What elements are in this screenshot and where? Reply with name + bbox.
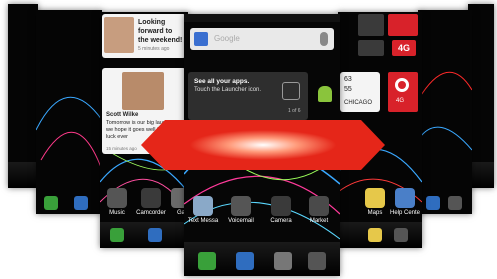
- browser-icon[interactable]: [308, 252, 326, 270]
- dock-icon[interactable]: [368, 228, 382, 242]
- contacts-icon[interactable]: [74, 196, 88, 210]
- home-panel-right-2[interactable]: [418, 10, 472, 214]
- city-label: CHICAGO: [344, 100, 373, 106]
- app-label: Camera: [270, 218, 292, 224]
- app-label: Voicemail: [228, 218, 254, 224]
- dock-icon[interactable]: [426, 196, 440, 210]
- swipe-arrow: [141, 120, 385, 170]
- tip-page-indicator: 1 of 6: [288, 108, 301, 114]
- avatar: [104, 17, 134, 53]
- status-text: Looking forward to the weekend!: [138, 19, 183, 44]
- launcher-tip-bubble[interactable]: See all your apps. Touch the Launcher ic…: [188, 72, 308, 120]
- phone-icon[interactable]: [198, 252, 216, 270]
- home-panel-left-2[interactable]: [36, 10, 102, 214]
- wifi-toggle[interactable]: [358, 14, 384, 36]
- app-label: Music: [109, 210, 125, 216]
- avatar: [122, 72, 164, 110]
- clock-line1: 63: [344, 76, 352, 83]
- social-status-widget-1[interactable]: Looking forward to the weekend! 5 minute…: [102, 14, 186, 58]
- status-bar: [184, 14, 340, 22]
- wallpaper-swirl: [418, 71, 472, 151]
- search-input[interactable]: Google: [214, 34, 240, 43]
- dock: [338, 222, 422, 248]
- dock-icon[interactable]: [394, 228, 408, 242]
- app-label: Market: [309, 218, 329, 224]
- dock-icon[interactable]: [448, 196, 462, 210]
- app-music[interactable]: Music: [100, 188, 136, 216]
- dock: [8, 162, 38, 188]
- phone-icon[interactable]: [44, 196, 58, 210]
- phone-icon[interactable]: [110, 228, 124, 242]
- tip-title: See all your apps.: [194, 78, 250, 85]
- music-icon: [107, 188, 127, 208]
- voicemail-icon: [231, 196, 251, 216]
- contacts-icon[interactable]: [236, 252, 254, 270]
- google-search-widget[interactable]: Google: [190, 28, 334, 50]
- google-icon: [194, 32, 208, 46]
- launcher-icon[interactable]: [274, 252, 292, 270]
- contact-name: Scott Wilke: [106, 112, 139, 118]
- camcorder-icon: [141, 188, 161, 208]
- app-label: Text Messa: [187, 218, 219, 224]
- network-badge-small: 4G: [396, 98, 405, 104]
- wallpaper-swirl: [36, 96, 102, 171]
- status-time: 15 minutes ago: [106, 146, 137, 151]
- app-camera[interactable]: Camera: [262, 196, 300, 224]
- power-icon: [395, 78, 409, 92]
- android-icon: [318, 86, 332, 102]
- launcher-icon[interactable]: [282, 82, 300, 100]
- maps-icon: [365, 188, 385, 208]
- network-badge: 4G: [392, 40, 416, 56]
- microphone-icon[interactable]: [320, 32, 328, 46]
- home-panel-far-left[interactable]: [8, 4, 38, 188]
- network-tile[interactable]: [388, 14, 418, 36]
- help-icon: [395, 188, 415, 208]
- messaging-icon: [193, 196, 213, 216]
- app-help-center[interactable]: Help Cente: [386, 188, 422, 216]
- data-toggle-tile[interactable]: 4G: [388, 72, 418, 112]
- app-market[interactable]: Market: [300, 196, 338, 224]
- market-icon: [309, 196, 329, 216]
- bluetooth-toggle[interactable]: [358, 40, 384, 56]
- contacts-icon[interactable]: [148, 228, 162, 242]
- status-time: 5 minutes ago: [138, 46, 170, 52]
- camera-icon: [271, 196, 291, 216]
- app-voicemail[interactable]: Voicemail: [222, 196, 260, 224]
- tip-body: Touch the Launcher icon.: [194, 87, 262, 93]
- dock: [100, 222, 188, 248]
- weather-clock-widget[interactable]: 63 55 CHICAGO: [340, 72, 380, 112]
- app-label: Help Cente: [389, 210, 421, 216]
- app-label: Maps: [367, 210, 383, 216]
- clock-line2: 55: [344, 86, 352, 93]
- dock: [184, 242, 340, 276]
- app-text-messaging[interactable]: Text Messa: [184, 196, 222, 224]
